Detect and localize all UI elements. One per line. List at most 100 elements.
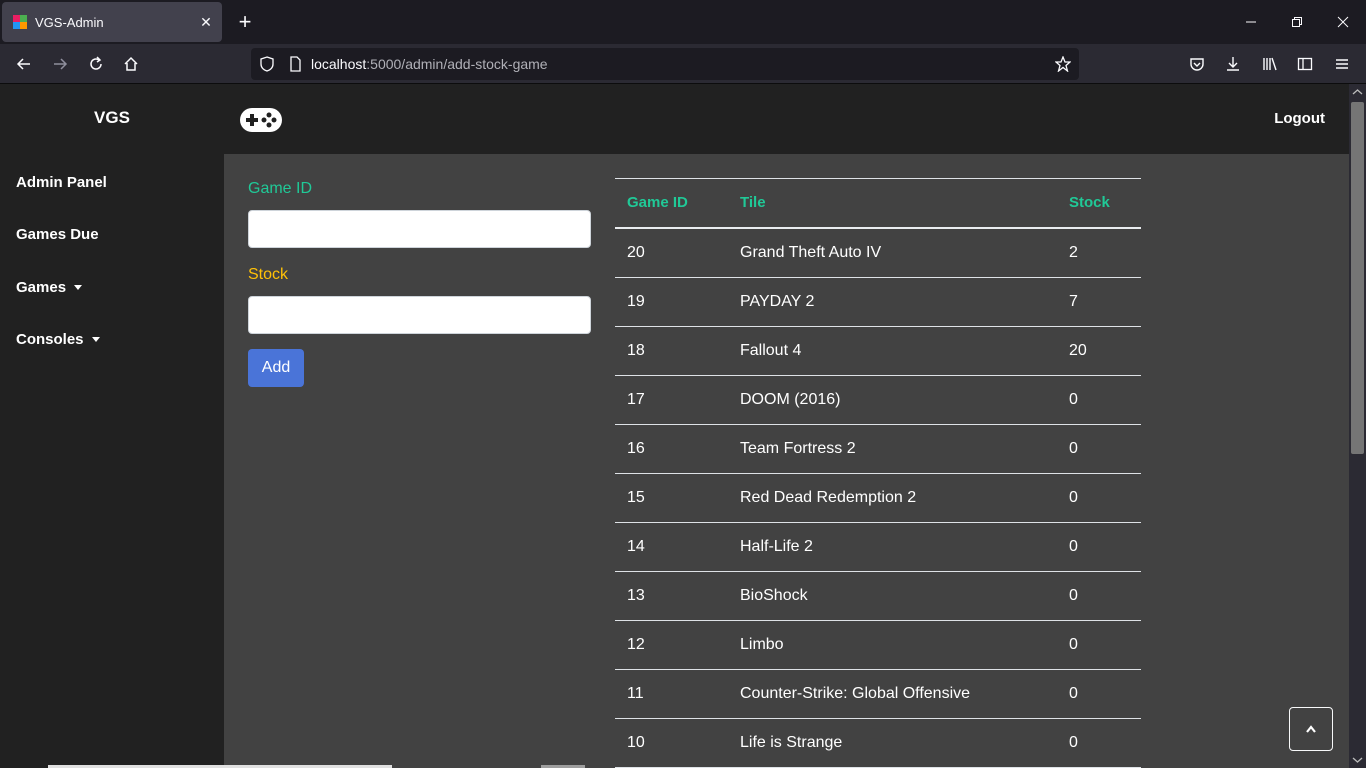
home-button[interactable] [117, 50, 145, 78]
brand-logo-text[interactable]: VGS [0, 108, 224, 128]
pocket-button[interactable] [1183, 50, 1211, 78]
scrollbar-thumb[interactable] [1351, 102, 1364, 454]
table-body: 20 Grand Theft Auto IV 2 19 PAYDAY 2 7 18 Fallo… [615, 229, 1141, 768]
cell-title: DOOM (2016) [740, 391, 841, 408]
gamepad-icon[interactable] [239, 107, 283, 133]
cell-game-id: 19 [627, 293, 645, 310]
cell-game-id: 16 [627, 440, 645, 457]
cell-game-id: 13 [627, 587, 645, 604]
cell-title: Counter-Strike: Global Offensive [740, 685, 971, 702]
column-header-title: Tile [740, 194, 766, 211]
table-header-row: Game ID Tile Stock [615, 179, 1141, 229]
scroll-down-arrow-icon[interactable] [1349, 754, 1366, 766]
close-icon [1337, 16, 1349, 28]
download-icon [1227, 57, 1239, 71]
table-row: 13 BioShock 0 [615, 572, 1141, 621]
chevron-up-icon [1306, 725, 1316, 733]
site-favicon-icon [13, 15, 27, 29]
tab-close-icon[interactable]: ✕ [194, 10, 218, 34]
browser-toolbar: localhost:5000/admin/add-stock-game [0, 44, 1366, 84]
pocket-icon [1190, 58, 1204, 71]
table-row: 18 Fallout 4 20 [615, 327, 1141, 376]
cell-title: Fallout 4 [740, 342, 802, 359]
cell-title: Grand Theft Auto IV [740, 244, 882, 261]
column-header-stock: Stock [1069, 194, 1110, 211]
sidebar-item-consoles[interactable]: Consoles [16, 331, 100, 348]
shield-icon[interactable] [259, 56, 275, 72]
sidebar-item-admin-panel[interactable]: Admin Panel [16, 174, 107, 191]
table-row: 11 Counter-Strike: Global Offensive 0 [615, 670, 1141, 719]
cell-game-id: 12 [627, 636, 645, 653]
reload-icon [90, 56, 102, 70]
sidebar: VGS Admin Panel Games Due Games Consoles [0, 84, 224, 768]
cell-game-id: 11 [627, 685, 644, 702]
cell-title: BioShock [740, 587, 808, 604]
cell-stock: 0 [1069, 734, 1078, 751]
url-host: localhost [311, 56, 367, 72]
vertical-scrollbar[interactable] [1349, 84, 1366, 768]
restore-button[interactable] [1274, 0, 1320, 44]
cell-stock: 0 [1069, 391, 1078, 408]
table-row: 14 Half-Life 2 0 [615, 523, 1141, 572]
top-navbar: Logout [224, 84, 1349, 154]
sidebar-item-label: Admin Panel [16, 174, 107, 191]
library-icon [1263, 57, 1277, 71]
reload-button[interactable] [82, 50, 110, 78]
add-button[interactable]: Add [248, 349, 304, 387]
sidebar-icon [1297, 57, 1313, 71]
table-row: 12 Limbo 0 [615, 621, 1141, 670]
scroll-to-top-button[interactable] [1289, 707, 1333, 751]
table-row: 19 PAYDAY 2 7 [615, 278, 1141, 327]
cell-game-id: 15 [627, 489, 645, 506]
restore-icon [1292, 17, 1302, 27]
sidebar-toggle-button[interactable] [1291, 50, 1319, 78]
caret-down-icon [91, 337, 100, 342]
stock-input[interactable] [248, 296, 591, 334]
sidebar-item-label: Consoles [16, 331, 84, 348]
cell-stock: 0 [1069, 440, 1078, 457]
page-viewport: VGS Admin Panel Games Due Games Consoles… [0, 84, 1349, 768]
table-row: 10 Life is Strange 0 [615, 719, 1141, 768]
games-stock-table: Game ID Tile Stock 20 Grand Theft Auto IV… [615, 178, 1141, 768]
stock-label: Stock [248, 266, 289, 283]
url-path: :5000/admin/add-stock-game [366, 56, 548, 72]
logout-link[interactable]: Logout [1274, 110, 1325, 127]
page-icon [290, 56, 301, 72]
forward-button[interactable] [46, 50, 74, 78]
cell-stock: 2 [1069, 244, 1078, 261]
table-row: 17 DOOM (2016) 0 [615, 376, 1141, 425]
cell-title: PAYDAY 2 [740, 293, 815, 310]
game-id-label: Game ID [248, 180, 313, 197]
menu-button[interactable] [1328, 50, 1356, 78]
cell-title: Red Dead Redemption 2 [740, 489, 917, 506]
cell-stock: 20 [1069, 342, 1087, 359]
scroll-up-arrow-icon[interactable] [1349, 86, 1366, 98]
cell-game-id: 18 [627, 342, 645, 359]
game-id-input[interactable] [248, 210, 591, 248]
cell-game-id: 10 [627, 734, 645, 751]
address-bar[interactable]: localhost:5000/admin/add-stock-game [251, 48, 1079, 80]
table-row: 16 Team Fortress 2 0 [615, 425, 1141, 474]
sidebar-item-label: Games Due [16, 226, 99, 243]
bookmark-star-icon[interactable] [1055, 56, 1071, 72]
cell-stock: 7 [1069, 293, 1078, 310]
new-tab-button[interactable]: + [232, 9, 258, 35]
browser-tab-strip: VGS-Admin ✕ + [0, 0, 1366, 44]
cell-stock: 0 [1069, 489, 1078, 506]
cell-title: Limbo [740, 636, 784, 653]
hamburger-icon [1336, 59, 1348, 69]
sidebar-item-games[interactable]: Games [16, 279, 83, 296]
cell-game-id: 20 [627, 244, 645, 261]
minimize-button[interactable] [1228, 0, 1274, 44]
url-text[interactable]: localhost:5000/admin/add-stock-game [311, 56, 548, 72]
minimize-icon [1246, 21, 1256, 23]
downloads-button[interactable] [1219, 50, 1247, 78]
library-button[interactable] [1256, 50, 1284, 78]
browser-tab[interactable]: VGS-Admin ✕ [2, 2, 222, 42]
cell-title: Team Fortress 2 [740, 440, 856, 457]
cell-stock: 0 [1069, 587, 1078, 604]
sidebar-item-games-due[interactable]: Games Due [16, 226, 99, 243]
close-window-button[interactable] [1320, 0, 1366, 44]
tab-title: VGS-Admin [35, 14, 104, 30]
back-button[interactable] [10, 50, 38, 78]
